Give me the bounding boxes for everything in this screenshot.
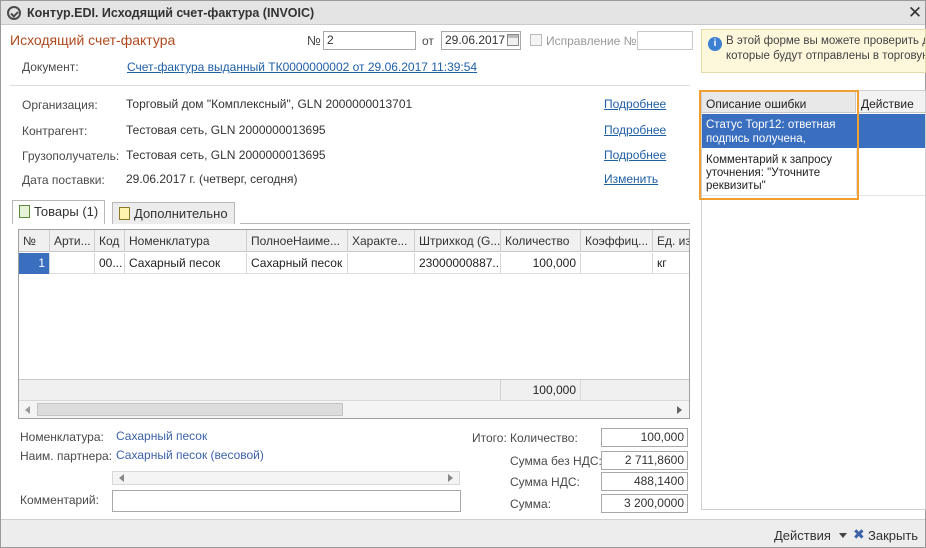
organization-value: Торговый дом "Комплексный", GLN 20000000… (126, 97, 413, 111)
total-sum-field[interactable]: 3 200,0000 (601, 494, 688, 513)
partner-name-scrollbar[interactable] (112, 471, 460, 485)
organization-details-link[interactable]: Подробнее (604, 97, 666, 111)
info-icon: i (708, 37, 722, 51)
error-action-cell[interactable] (856, 149, 925, 195)
column-header[interactable]: Характе... (348, 230, 415, 252)
quantity-cell[interactable]: 100,000 (501, 253, 581, 274)
article-cell[interactable] (50, 253, 95, 274)
close-icon[interactable]: ✖ (853, 526, 865, 543)
contragent-details-link[interactable]: Подробнее (604, 123, 666, 137)
date-label: от (422, 34, 434, 48)
bottom-toolbar: Действия ✖ Закрыть (1, 519, 925, 547)
horizontal-scrollbar[interactable] (19, 400, 689, 418)
separator (10, 85, 690, 86)
table-header: № Арти... Код Номенклатура ПолноеНаиме..… (19, 230, 689, 252)
consignee-details-link[interactable]: Подробнее (604, 148, 666, 162)
column-header[interactable]: № (19, 230, 50, 252)
additional-doc-icon (119, 207, 130, 220)
delivery-date-label: Дата поставки: (22, 173, 105, 187)
table-footer: 100,000 (19, 379, 689, 400)
column-header[interactable]: Код (95, 230, 125, 252)
goods-table: № Арти... Код Номенклатура ПолноеНаиме..… (18, 229, 690, 419)
document-link[interactable]: Счет-фактура выданный ТК0000000002 от 29… (127, 60, 477, 74)
goods-table-icon (19, 205, 30, 218)
correction-label: Исправление № (546, 34, 637, 48)
error-highlight-box (699, 90, 859, 200)
tab-strip-line (240, 223, 690, 224)
title-bar: Контур.EDI. Исходящий счет-фактура (INVO… (1, 1, 925, 25)
scrollbar-thumb[interactable] (37, 403, 343, 416)
column-header[interactable]: Количество (501, 230, 581, 252)
correction-number-input[interactable] (637, 31, 693, 50)
quantity-total-label: Количество: (510, 431, 578, 445)
document-type-heading: Исходящий счет-фактура (10, 32, 176, 48)
code-cell[interactable]: 00... (95, 253, 125, 274)
barcode-cell[interactable]: 23000000887... (415, 253, 501, 274)
sum-without-vat-label: Сумма без НДС: (510, 454, 602, 468)
nomenclature-summary-label: Номенклатура: (20, 430, 104, 444)
scroll-right-icon[interactable] (448, 474, 453, 482)
info-panel: i В этой форме вы можете проверить да ко… (701, 29, 926, 73)
number-label: № (307, 33, 321, 48)
total-sum-label: Сумма: (510, 497, 552, 511)
close-button[interactable]: Закрыть (868, 528, 918, 543)
number-input[interactable]: 2 (323, 31, 416, 50)
error-action-header[interactable]: Действие (857, 91, 925, 113)
scroll-left-icon[interactable] (25, 406, 30, 414)
nomenclature-summary-value: Сахарный песок (116, 429, 208, 443)
info-text: В этой форме вы можете проверить да кото… (726, 34, 926, 64)
info-text-line2: которые будут отправлены в торговую (726, 50, 926, 62)
vat-sum-field[interactable]: 488,1400 (601, 472, 688, 491)
table-row[interactable]: 1 00... Сахарный песок Сахарный песок 23… (19, 253, 689, 274)
footer-spacer (19, 380, 501, 400)
consignee-label: Грузополучатель: (22, 149, 120, 163)
full-name-cell[interactable]: Сахарный песок (247, 253, 348, 274)
app-logo-icon (7, 6, 21, 20)
tab-goods[interactable]: Товары (1) (12, 200, 106, 224)
partner-name-value: Сахарный песок (весовой) (116, 448, 264, 462)
partner-name-label: Наим. партнера: (20, 449, 113, 463)
column-header[interactable]: Ед. из (653, 230, 689, 252)
delivery-date-value: 29.06.2017 г. (четверг, сегодня) (126, 172, 298, 186)
consignee-value: Тестовая сеть, GLN 2000000013695 (126, 148, 326, 162)
actions-button[interactable]: Действия (774, 528, 831, 543)
tab-additional-label: Дополнительно (134, 206, 228, 221)
characteristic-cell[interactable] (348, 253, 415, 274)
organization-label: Организация: (22, 98, 98, 112)
unit-cell[interactable]: кг (653, 253, 689, 274)
scroll-right-icon[interactable] (677, 406, 682, 414)
total-label: Итого: (472, 431, 507, 445)
contragent-label: Контрагент: (22, 124, 88, 138)
comment-input[interactable] (112, 490, 461, 512)
document-label: Документ: (22, 60, 79, 74)
sum-without-vat-field[interactable]: 2 711,8600 (601, 451, 688, 470)
column-header[interactable]: Номенклатура (125, 230, 247, 252)
footer-quantity-total: 100,000 (501, 380, 581, 400)
tab-additional[interactable]: Дополнительно (112, 202, 235, 224)
row-number[interactable]: 1 (19, 253, 50, 274)
calendar-icon[interactable] (507, 34, 519, 46)
quantity-total-field[interactable]: 100,000 (601, 428, 688, 447)
window-title: Контур.EDI. Исходящий счет-фактура (INVO… (27, 6, 315, 20)
correction-checkbox[interactable] (530, 34, 542, 46)
chevron-down-icon[interactable] (839, 533, 847, 538)
scroll-left-icon[interactable] (119, 474, 124, 482)
column-header[interactable]: Арти... (50, 230, 95, 252)
contragent-value: Тестовая сеть, GLN 2000000013695 (126, 123, 326, 137)
column-header[interactable]: Коэффиц... (581, 230, 653, 252)
column-header[interactable]: ПолноеНаиме... (247, 230, 348, 252)
tab-goods-label: Товары (1) (34, 204, 99, 219)
coefficient-cell[interactable] (581, 253, 653, 274)
info-text-line1: В этой форме вы можете проверить да (726, 35, 926, 47)
column-header[interactable]: Штрихкод (G... (415, 230, 501, 252)
delivery-date-change-link[interactable]: Изменить (604, 172, 658, 186)
vat-sum-label: Сумма НДС: (510, 475, 580, 489)
close-icon[interactable]: ✕ (906, 4, 924, 22)
comment-label: Комментарий: (20, 493, 99, 507)
nomenclature-cell[interactable]: Сахарный песок (125, 253, 247, 274)
